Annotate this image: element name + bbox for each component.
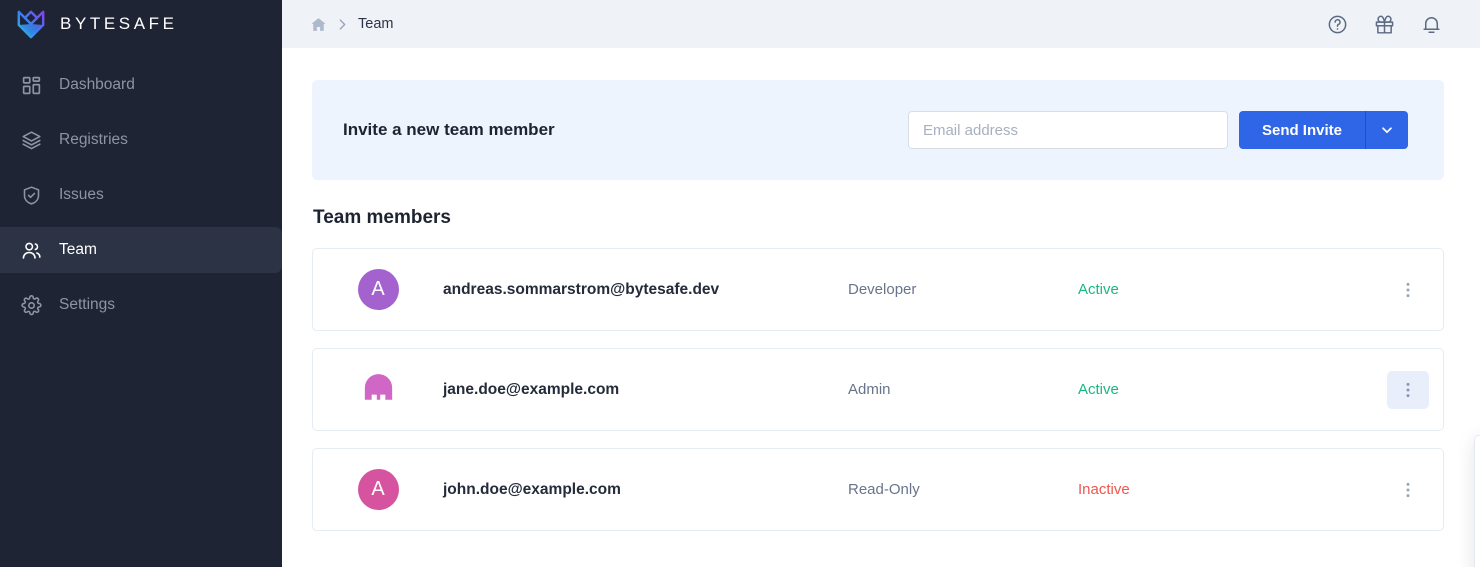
- avatar: A: [357, 269, 399, 310]
- shield-check-icon: [21, 185, 42, 206]
- avatar-cell: A: [313, 469, 443, 510]
- invite-controls: Send Invite: [907, 111, 1408, 149]
- main-content: Team Invite a new team member Email addr…: [282, 0, 1480, 567]
- member-email: andreas.sommarstrom@bytesafe.dev: [443, 280, 720, 298]
- sidebar-item-label: Team: [59, 241, 97, 259]
- home-icon[interactable]: [310, 16, 327, 33]
- member-email: john.doe@example.com: [443, 480, 621, 498]
- member-email: jane.doe@example.com: [443, 380, 620, 398]
- send-invite-split-button: Send Invite: [1238, 111, 1408, 149]
- users-icon: [21, 240, 42, 261]
- avatar: A: [357, 469, 399, 510]
- sidebar-item-label: Settings: [59, 296, 116, 314]
- brand-name: BYTESAFE: [60, 14, 178, 33]
- invite-title: Invite a new team member: [343, 120, 555, 139]
- breadcrumb-current: Team: [358, 16, 394, 32]
- app-root: BYTESAFE Dashboard Registries Issues Tea…: [0, 0, 1480, 567]
- email-input[interactable]: [907, 111, 1228, 149]
- send-invite-dropdown-button[interactable]: [1366, 111, 1408, 149]
- kebab-menu-icon: [1399, 481, 1417, 499]
- brand[interactable]: BYTESAFE: [0, 0, 282, 48]
- layers-icon: [21, 130, 42, 151]
- sidebar-item-registries[interactable]: Registries: [0, 117, 282, 163]
- kebab-menu-icon: [1399, 281, 1417, 299]
- table-row[interactable]: jane.doe@example.com Admin Active: [312, 348, 1444, 431]
- menu-item-deactivate[interactable]: Deactivate: [1475, 527, 1480, 567]
- help-circle-icon[interactable]: [1327, 14, 1348, 35]
- sidebar-item-team[interactable]: Team: [0, 227, 282, 273]
- status-badge: Active: [1078, 281, 1119, 298]
- sidebar-item-dashboard[interactable]: Dashboard: [0, 62, 282, 108]
- kebab-menu-icon: [1399, 381, 1417, 399]
- menu-item-make-read-only[interactable]: Make Read-only: [1475, 487, 1480, 527]
- bell-icon[interactable]: [1421, 14, 1442, 35]
- row-menu-button[interactable]: [1387, 271, 1429, 309]
- row-menu-button[interactable]: [1387, 370, 1429, 409]
- table-row[interactable]: A andreas.sommarstrom@bytesafe.dev Devel…: [312, 248, 1444, 331]
- menu-item-make-developer[interactable]: Make Developer: [1475, 447, 1480, 487]
- sidebar: BYTESAFE Dashboard Registries Issues Tea…: [0, 0, 282, 567]
- send-invite-button[interactable]: Send Invite: [1239, 111, 1365, 149]
- status-badge: Inactive: [1078, 481, 1130, 498]
- member-role: Admin: [848, 381, 891, 398]
- topbar-actions: [1327, 14, 1442, 35]
- row-context-menu: Make Developer Make Read-only: [1474, 435, 1480, 567]
- avatar: [357, 369, 399, 410]
- gear-icon: [21, 294, 42, 316]
- member-role: Developer: [848, 281, 917, 298]
- member-role: Read-Only: [848, 481, 920, 498]
- page-title: Team members: [313, 207, 451, 228]
- chevron-down-icon: [1380, 123, 1394, 137]
- sidebar-item-label: Issues: [59, 186, 104, 204]
- avatar-cell: [313, 369, 443, 410]
- members-list: A andreas.sommarstrom@bytesafe.dev Devel…: [312, 248, 1444, 531]
- gift-icon[interactable]: [1374, 14, 1395, 35]
- sidebar-item-label: Dashboard: [59, 76, 135, 94]
- sidebar-item-issues[interactable]: Issues: [0, 172, 282, 218]
- table-row[interactable]: A john.doe@example.com Read-Only Inactiv…: [312, 448, 1444, 531]
- breadcrumb: Team: [310, 16, 393, 33]
- bytesafe-logo-icon: [16, 9, 46, 39]
- topbar: Team: [282, 0, 1480, 48]
- sidebar-item-settings[interactable]: Settings: [0, 282, 282, 328]
- sidebar-nav: Dashboard Registries Issues Team Setting…: [0, 62, 282, 328]
- sidebar-item-label: Registries: [59, 131, 128, 149]
- invite-banner: Invite a new team member Send Invite: [312, 80, 1444, 180]
- chevron-right-icon: [338, 18, 347, 31]
- grid-icon: [21, 75, 42, 96]
- row-menu-button[interactable]: [1387, 471, 1429, 509]
- avatar-cell: A: [313, 269, 443, 310]
- status-badge: Active: [1078, 381, 1119, 398]
